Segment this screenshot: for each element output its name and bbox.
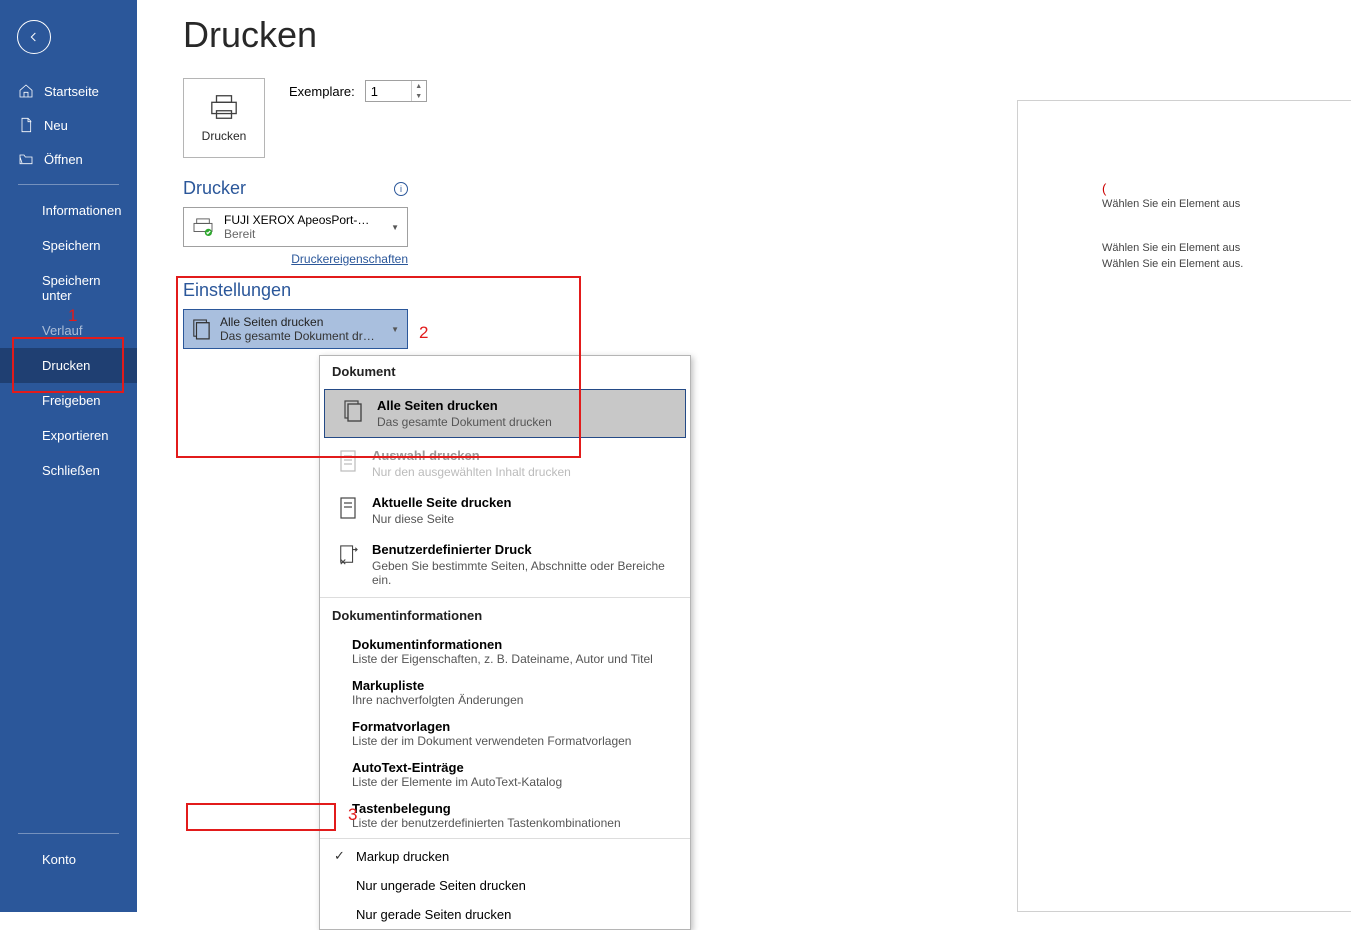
check-icon: ✓	[334, 848, 346, 864]
annotation-num-2: 2	[419, 323, 428, 343]
print-panel: Drucken Drucken Exemplare: ▲▼ Drucker i …	[137, 0, 1351, 912]
sidebar-separator	[18, 184, 119, 185]
copies-input[interactable]	[366, 81, 411, 101]
sidebar-item-exportieren[interactable]: Exportieren	[0, 418, 137, 453]
backstage-sidebar: Startseite Neu Öffnen Informationen Spei…	[0, 0, 137, 912]
popup-opt-keys[interactable]: TastenbelegungListe der benutzerdefinier…	[320, 795, 690, 836]
sidebar-item-freigeben[interactable]: Freigeben	[0, 383, 137, 418]
spinner-up[interactable]: ▲	[412, 81, 426, 91]
popup-opt-markuplist[interactable]: MarkuplisteIhre nachverfolgten Änderunge…	[320, 672, 690, 713]
sidebar-label: Öffnen	[44, 152, 83, 167]
spinner-down[interactable]: ▼	[412, 91, 426, 101]
pages-icon	[192, 318, 210, 340]
settings-selected-sub: Das gesamte Dokument dru…	[220, 329, 375, 343]
preview-text: Wählen Sie ein Element aus.	[1102, 258, 1351, 270]
popup-check-odd[interactable]: Nur ungerade Seiten drucken	[320, 871, 690, 900]
copies-spinner[interactable]: ▲▼	[365, 80, 427, 102]
printer-name: FUJI XEROX ApeosPort-VI C…	[224, 213, 374, 227]
sidebar-separator	[18, 833, 119, 834]
pages-icon	[343, 399, 363, 423]
arrow-left-icon	[26, 29, 42, 45]
printer-select[interactable]: FUJI XEROX ApeosPort-VI C… Bereit ▼	[183, 207, 408, 247]
copies-label: Exemplare:	[289, 84, 355, 99]
home-icon	[18, 83, 34, 99]
print-what-dropdown: Dokument Alle Seiten druckenDas gesamte …	[319, 355, 691, 930]
sidebar-item-konto[interactable]: Konto	[0, 842, 137, 877]
popup-check-markup[interactable]: ✓Markup drucken	[320, 841, 690, 871]
printer-device-icon	[192, 218, 214, 236]
popup-section-dokument: Dokument	[320, 356, 690, 387]
sidebar-item-informationen[interactable]: Informationen	[0, 193, 137, 228]
preview-text: Wählen Sie ein Element aus	[1102, 198, 1351, 210]
sidebar-item-speichern[interactable]: Speichern	[0, 228, 137, 263]
popup-opt-current-page[interactable]: Aktuelle Seite druckenNur diese Seite	[320, 487, 690, 534]
annotation-num-1: 1	[68, 306, 77, 326]
annotation-num-3: 3	[348, 805, 357, 825]
page-icon	[18, 117, 34, 133]
popup-opt-custom[interactable]: Benutzerdefinierter DruckGeben Sie besti…	[320, 534, 690, 595]
sidebar-item-startseite[interactable]: Startseite	[0, 74, 137, 108]
sidebar-label: Startseite	[44, 84, 99, 99]
print-preview: ( Wählen Sie ein Element aus Wählen Sie …	[1017, 100, 1351, 912]
printer-properties-link[interactable]: Druckereigenschaften	[183, 252, 408, 266]
print-button-label: Drucken	[202, 129, 247, 143]
sidebar-item-schliessen[interactable]: Schließen	[0, 453, 137, 488]
popup-opt-all-pages[interactable]: Alle Seiten druckenDas gesamte Dokument …	[324, 389, 686, 438]
popup-opt-styles[interactable]: FormatvorlagenListe der im Dokument verw…	[320, 713, 690, 754]
page-lines-icon	[338, 449, 358, 473]
popup-opt-autotext[interactable]: AutoText-EinträgeListe der Elemente im A…	[320, 754, 690, 795]
print-button[interactable]: Drucken	[183, 78, 265, 158]
printer-section-title: Drucker	[183, 178, 246, 199]
sidebar-label: Neu	[44, 118, 68, 133]
chevron-down-icon: ▼	[391, 223, 399, 232]
folder-open-icon	[18, 151, 34, 167]
settings-section-title: Einstellungen	[183, 280, 291, 301]
page-icon	[338, 496, 358, 520]
popup-opt-docinfo[interactable]: DokumentinformationenListe der Eigenscha…	[320, 631, 690, 672]
page-title: Drucken	[183, 14, 1351, 56]
printer-icon	[209, 93, 239, 121]
what-to-print-select[interactable]: Alle Seiten drucken Das gesamte Dokument…	[183, 309, 408, 349]
popup-opt-selection: Auswahl druckenNur den ausgewählten Inha…	[320, 440, 690, 487]
back-button[interactable]	[17, 20, 51, 54]
printer-status: Bereit	[224, 227, 374, 241]
info-icon[interactable]: i	[394, 182, 408, 196]
preview-text: Wählen Sie ein Element aus	[1102, 242, 1351, 254]
chevron-down-icon: ▼	[391, 325, 399, 334]
popup-check-even[interactable]: Nur gerade Seiten drucken	[320, 900, 690, 929]
preview-paren: (	[1102, 181, 1351, 196]
sidebar-item-oeffnen[interactable]: Öffnen	[0, 142, 137, 176]
popup-section-docinfo: Dokumentinformationen	[320, 600, 690, 631]
sidebar-item-neu[interactable]: Neu	[0, 108, 137, 142]
page-arrow-icon	[338, 543, 358, 567]
settings-selected-title: Alle Seiten drucken	[220, 315, 375, 329]
sidebar-item-drucken[interactable]: Drucken	[0, 348, 137, 383]
